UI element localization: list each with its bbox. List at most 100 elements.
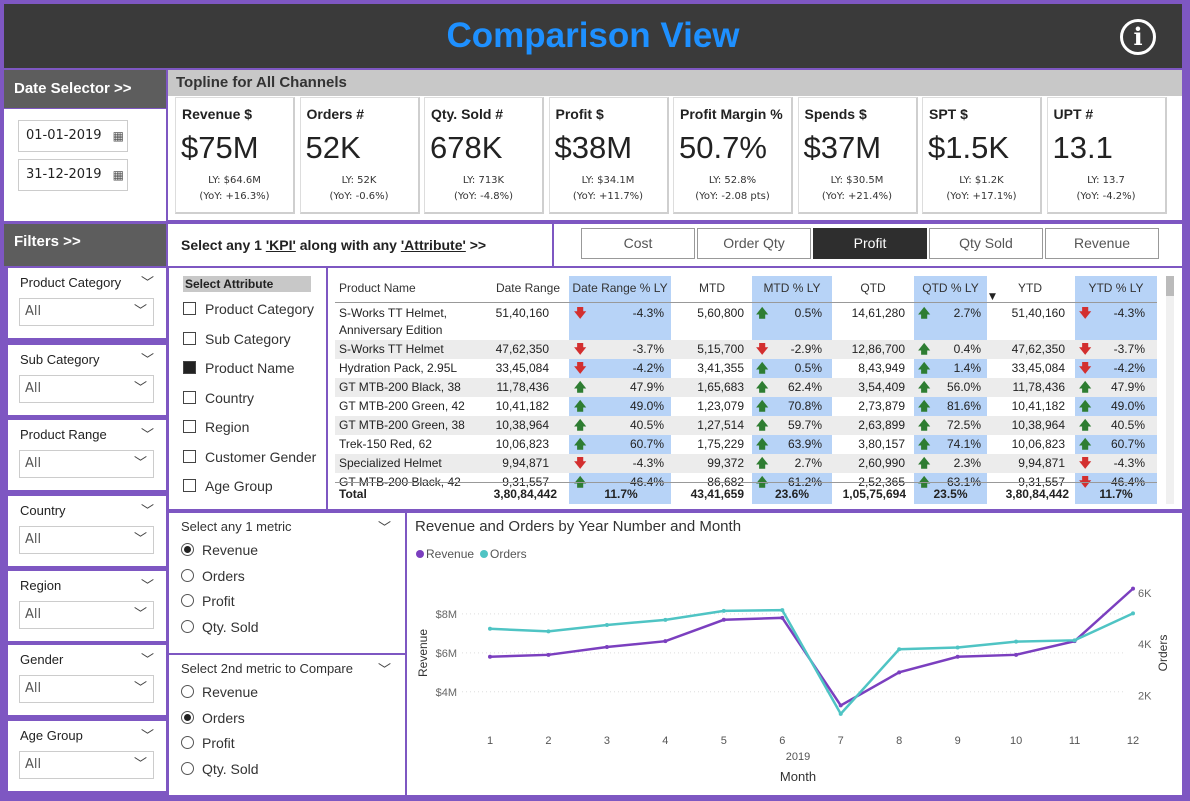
filter-dropdown[interactable]: All ﹀ [19,751,154,779]
column-header[interactable]: Date Range [480,274,560,302]
arrow-up-icon: 🡅 [918,361,931,375]
checkbox[interactable] [183,420,196,433]
pct-value: -3.7% [1113,342,1145,356]
kpi-tab-order-qty[interactable]: Order Qty [697,228,811,259]
chevron-down-icon[interactable]: ﹀ [141,500,154,519]
date-range-pct: 🡇 -3.7% [570,340,672,359]
radio-button[interactable] [181,619,194,633]
kpi-tab-cost[interactable]: Cost [581,228,695,259]
kpi-yoy: (YoY: -4.8%) [453,191,514,202]
checkbox[interactable] [183,331,196,345]
arrow-up-icon: 🡅 [574,418,587,432]
kpi-card: Profit $ $38M LY: $34.1M (YoY: +11.7%) [548,97,669,214]
radio-button[interactable] [181,568,194,582]
attribute-option[interactable]: Region [183,417,249,437]
column-header[interactable]: Date Range % LY [569,274,671,302]
chevron-down-icon[interactable]: ﹀ [378,517,391,536]
chevron-down-icon[interactable]: ﹀ [141,649,154,668]
chevron-down-icon[interactable]: ﹀ [141,725,154,744]
column-header[interactable]: QTD [833,274,913,302]
radio-button[interactable] [181,761,194,775]
filter-dropdown[interactable]: All ﹀ [19,298,154,326]
calendar-icon[interactable]: ▦ [113,160,124,190]
qtd-value: 3,54,409 [858,380,905,394]
line-chart: $4M$6M$8M2K4K6K1 2 3 4 5 6 7 8 9 10 11 122019MonthR… [416,586,1170,784]
total-qtd: 1,05,75,694 [842,487,906,501]
radio-button[interactable] [181,736,194,749]
table-row[interactable]: GT MTB-200 Black, 38 11,78,436 🡅 47.9% 1,… [335,378,1157,397]
chevron-down-icon[interactable]: ﹀ [141,575,154,594]
pct-value: 0.5% [794,361,822,375]
filter-dropdown[interactable]: All ﹀ [19,601,154,629]
data-point-orders [955,645,960,650]
metric-option-revenue[interactable]: Revenue [181,682,258,702]
kpi-card: Spends $ $37M LY: $30.5M (YoY: +21.4%) [797,97,918,214]
table-row[interactable]: Trek-150 Red, 62 10,06,823 🡅 60.7% 1,75,2… [335,435,1157,454]
metric-option-profit[interactable]: Profit [181,591,235,611]
end-date-input[interactable]: 31-12-2019 ▦ [18,159,128,191]
column-header[interactable]: MTD % LY [752,274,832,302]
kpi-tab-profit[interactable]: Profit [813,228,927,259]
attribute-option[interactable]: Age Group [183,476,273,496]
attribute-option[interactable]: Customer Gender [183,447,316,467]
chevron-down-icon[interactable]: ﹀ [378,659,391,678]
table-row[interactable]: S-Works TT Helmet 47,62,350 🡇 -3.7% 5,15,… [335,340,1157,359]
table-scrollbar[interactable] [1166,276,1174,504]
metric-option-profit[interactable]: Profit [181,733,235,753]
column-header[interactable]: YTD [987,274,1073,302]
info-icon[interactable]: i [1120,19,1156,55]
metric-option-orders[interactable]: Orders [181,566,245,586]
kpi-last-year: LY: $1.2K [959,175,1004,186]
filter-dropdown[interactable]: All ﹀ [19,450,154,478]
checkbox[interactable] [183,390,196,404]
date-selector-panel: 01-01-2019 ▦ 31-12-2019 ▦ [4,109,166,221]
metric-option-revenue[interactable]: Revenue [181,540,258,560]
metric-option-qty-sold[interactable]: Qty. Sold [181,759,259,779]
filter-dropdown[interactable]: All ﹀ [19,526,154,554]
radio-label: Revenue [202,542,259,558]
data-point-revenue [604,645,609,650]
radio-button[interactable] [181,685,194,698]
qtd-value: 2,73,879 [858,399,905,413]
chevron-down-icon[interactable]: ﹀ [141,272,154,291]
checkbox[interactable] [183,302,196,315]
attribute-option[interactable]: Country [183,388,254,408]
table-row[interactable]: Specialized Helmet 9,94,871 🡇 -4.3% 99,37… [335,454,1157,473]
metric-option-qty-sold[interactable]: Qty. Sold [181,617,259,637]
checkbox[interactable] [183,449,196,463]
table-row[interactable]: GT MTB-200 Green, 38 10,38,964 🡅 40.5% 1,… [335,416,1157,435]
kpi-tab-qty-sold[interactable]: Qty Sold [929,228,1043,259]
attribute-option[interactable]: Product Category [183,299,314,319]
filter-label: Age Group [20,728,83,743]
attribute-option[interactable]: Product Name [183,358,294,378]
chevron-down-icon[interactable]: ﹀ [141,349,154,368]
checkbox[interactable] [183,361,196,374]
column-header[interactable]: YTD % LY [1075,274,1157,302]
attribute-option[interactable]: Sub Category [183,329,291,349]
radio-label: Revenue [202,684,259,700]
start-date-value: 01-01-2019 [26,128,102,143]
start-date-input[interactable]: 01-01-2019 ▦ [18,120,128,152]
table-row[interactable]: S-Works TT Helmet, Anniversary Edition 5… [335,304,1157,340]
scrollbar-thumb[interactable] [1166,276,1174,296]
divider [335,302,1157,303]
column-header[interactable]: QTD % LY [914,274,987,302]
radio-button[interactable] [181,710,194,724]
metric-option-orders[interactable]: Orders [181,708,245,728]
filter-dropdown[interactable]: All ﹀ [19,675,154,703]
column-header[interactable]: Product Name [339,274,469,302]
radio-button[interactable] [181,543,194,556]
calendar-icon[interactable]: ▦ [113,121,124,151]
radio-button[interactable] [181,594,194,607]
table-row[interactable]: Hydration Pack, 2.95L 33,45,084 🡇 -4.2% 3… [335,359,1157,378]
checkbox[interactable] [183,479,196,492]
kpi-tab-revenue[interactable]: Revenue [1045,228,1159,259]
table-row[interactable]: GT MTB-200 Green, 42 10,41,182 🡅 49.0% 1,… [335,397,1157,416]
sort-desc-icon[interactable]: ▼ [989,292,996,302]
ytd-value: 51,40,160 [1011,306,1065,320]
filter-dropdown[interactable]: All ﹀ [19,375,154,403]
arrow-down-icon: 🡇 [756,342,769,356]
attribute-label: Sub Category [205,330,291,347]
chevron-down-icon[interactable]: ﹀ [141,424,154,443]
column-header[interactable]: MTD [672,274,752,302]
